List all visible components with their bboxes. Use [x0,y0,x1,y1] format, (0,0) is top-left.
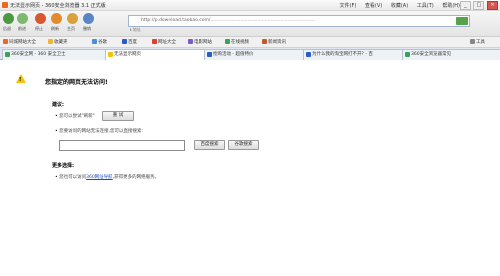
tools-icon [470,39,475,44]
fav-item-3[interactable]: 百度 [122,39,137,45]
menu-favorites[interactable]: 收藏(A) [391,3,408,9]
maximize-button[interactable]: □ [473,1,485,10]
address-caption: ℹ 地址 [130,27,141,32]
suggestion-heading: 建议: [52,102,64,108]
fav-item-4[interactable]: 网址大全 [152,39,176,45]
google-icon [92,39,97,44]
menu-bar: 文件(F) 查看(V) 收藏(A) 工具(T) 帮助(H) [333,2,460,9]
fav-item-7[interactable]: 新闻资讯 [262,39,286,45]
navigation-link[interactable]: 360网址导航 [86,175,113,180]
undo-icon[interactable] [83,13,94,24]
folder-icon [48,39,53,44]
tab-favicon [207,52,212,57]
baidu-search-button[interactable]: 百度搜索 [194,140,225,150]
back-label: 后退 [3,26,11,31]
navigation-toolbar: 后退 前进 停止 刷新 主页 撤销 http://p.download.taob… [0,11,500,37]
tab-1[interactable]: 无法显示网页 [105,49,211,60]
tab-4[interactable]: 360安全浏览器常见 [402,49,500,60]
tab-favicon [306,52,311,57]
fav-item-8[interactable]: 工具 [470,39,485,45]
more-options-text: 您也可以访问360网址导航,获得更多的网络服务。 [55,174,159,180]
close-button[interactable]: ✕ [487,1,498,10]
menu-file[interactable]: 文件(F) [340,3,357,9]
tab-favicon [5,52,10,57]
tab-favicon [405,52,410,57]
window-controls: _ □ ✕ [459,1,498,10]
suggestion-refresh-text: 您可以尝试"刷新" [55,113,95,119]
fav-item-2[interactable]: 谷歌 [92,39,107,45]
movie-icon [188,39,193,44]
minimize-button[interactable]: _ [459,1,471,10]
menu-view[interactable]: 查看(V) [365,3,382,9]
star-icon [3,39,8,44]
back-arrow-icon[interactable] [3,13,14,24]
menu-help[interactable]: 帮助(H) [442,3,460,9]
fav-item-0[interactable]: 同城网站大全 [3,39,36,45]
address-bar[interactable]: http://p.download.taobao.com/...........… [128,15,470,27]
favorites-bar: 同城网站大全 收藏夹 谷歌 百度 网址大全 电影网站 在线视频 新闻资讯 工具 [0,37,500,48]
page-content: ! 您指定的网页无法访问! 建议: 您可以尝试"刷新" 重 试 您要访问的网站无… [0,60,500,276]
baidu-icon [122,39,127,44]
fav-item-1[interactable]: 收藏夹 [48,39,68,45]
refresh-icon[interactable] [51,13,62,24]
forward-arrow-icon[interactable] [17,13,28,24]
retry-button[interactable]: 重 试 [102,111,134,121]
tab-strip: 360安全网 - 360 安全卫士 无法显示网页 抢购活动 - 超值特价 为什么… [0,48,500,60]
warning-mark: ! [19,77,22,83]
menu-tools[interactable]: 工具(T) [417,3,434,9]
video-icon [225,39,230,44]
title-bar: 无法显示网页 - 360安全浏览器 3.1 正式版 文件(F) 查看(V) 收藏… [0,0,500,11]
tab-2[interactable]: 抢购活动 - 超值特价 [204,49,310,60]
stop-icon[interactable] [35,13,46,24]
tab-3[interactable]: 为什么我的淘宝网打不开? - 百 [303,49,409,60]
stop-label: 停止 [35,26,43,31]
more-options-heading: 更多选择: [52,163,74,169]
window-title: 无法显示网页 - 360安全浏览器 3.1 正式版 [10,3,106,9]
forward-label: 前进 [18,26,26,31]
error-title: 您指定的网页无法访问! [45,79,108,86]
tab-0[interactable]: 360安全网 - 360 安全卫士 [2,49,112,60]
tab-favicon [108,52,113,57]
fav-item-6[interactable]: 在线视频 [225,39,249,45]
refresh-label: 刷新 [51,26,59,31]
google-search-button[interactable]: 谷歌搜索 [228,140,259,150]
fav-item-5[interactable]: 电影网站 [188,39,212,45]
news-icon [262,39,267,44]
address-url: http://p.download.taobao.com/...........… [141,18,315,23]
undo-label: 撤销 [83,26,91,31]
web-icon [152,39,157,44]
suggestion-search-text: 您要访问的网站无法连接,您可以直接搜索: [55,128,143,134]
search-input[interactable] [59,140,185,151]
home-icon[interactable] [67,13,78,24]
go-button[interactable] [456,17,468,25]
home-label: 主页 [67,26,75,31]
browser-logo-icon [2,2,8,8]
